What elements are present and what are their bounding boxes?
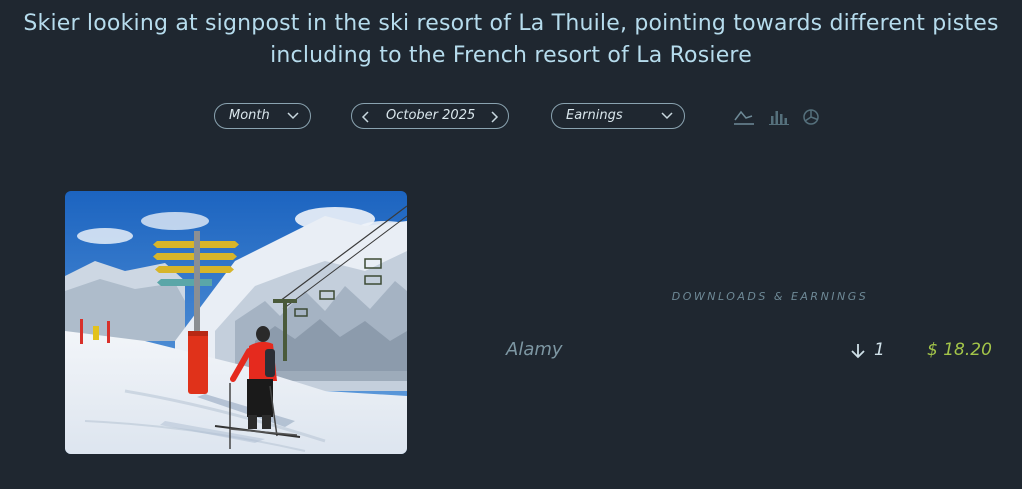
chevron-down-icon [661, 112, 673, 120]
bar-chart-icon[interactable] [767, 107, 791, 127]
period-selector: October 2025 [351, 103, 509, 129]
chevron-left-icon[interactable] [361, 111, 371, 123]
metric-label: Earnings [566, 108, 623, 123]
ski-resort-photo [65, 191, 407, 454]
earnings-value: $ 18.20 [927, 340, 992, 360]
image-title: Skier looking at signpost in the ski res… [23, 11, 999, 68]
metric-dropdown[interactable]: Earnings [551, 103, 685, 129]
image-thumbnail[interactable] [65, 191, 407, 454]
period-value-label: October 2025 [386, 108, 476, 123]
downloads-earnings-heading: DOWNLOADS & EARNINGS [671, 290, 869, 303]
page: Skier looking at signpost in the ski res… [0, 0, 1022, 489]
period-type-label: Month [229, 108, 270, 123]
downloads-value: 1 [874, 340, 885, 360]
chevron-right-icon[interactable] [489, 111, 499, 123]
period-type-dropdown[interactable]: Month [214, 103, 311, 129]
chevron-down-icon [287, 112, 299, 120]
arrow-down-icon [851, 344, 865, 359]
source-name: Alamy [506, 339, 563, 360]
line-chart-icon[interactable] [732, 107, 756, 127]
pie-chart-icon[interactable] [800, 107, 824, 127]
filter-bar: Month October 2025 Earnings [0, 103, 1022, 131]
